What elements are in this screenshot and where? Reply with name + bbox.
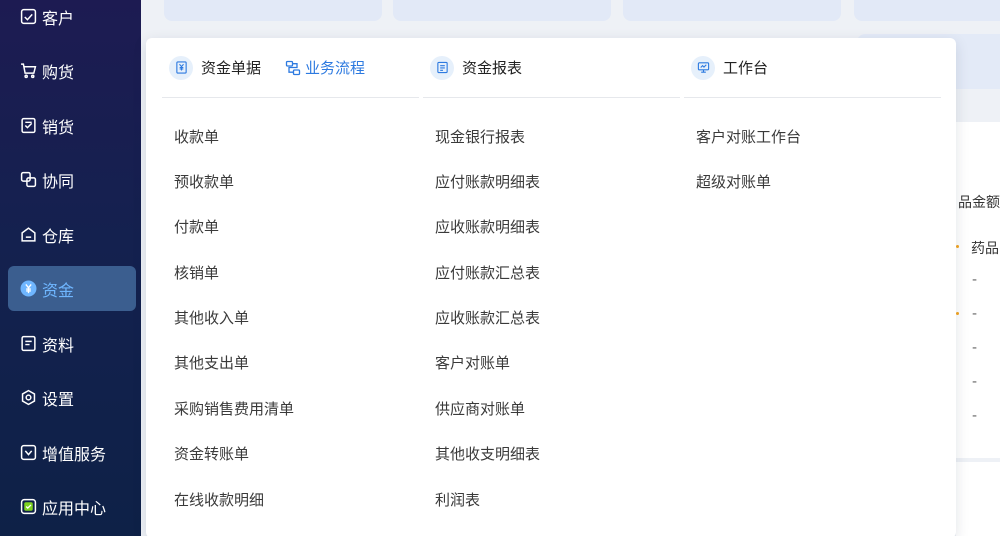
sidebar-item-collab[interactable]: 协同	[8, 157, 136, 202]
menu-item-receipt[interactable]: 收款单	[174, 126, 219, 147]
column-header: 工作台	[684, 38, 941, 98]
sidebar-item-label: 客户	[42, 8, 75, 28]
menu-item-payable-summary[interactable]: 应付账款汇总表	[435, 262, 540, 283]
receipt-icon	[169, 55, 193, 80]
sidebar-item-customer[interactable]: 客户	[8, 0, 136, 39]
app-center-icon	[20, 498, 37, 515]
summary-card[interactable]	[854, 0, 1000, 21]
summary-card[interactable]	[164, 0, 382, 21]
menu-item-receivable-summary[interactable]: 应收账款汇总表	[435, 307, 540, 328]
sidebar-item-label: 设置	[42, 389, 75, 409]
sidebar-item-data[interactable]: 资料	[8, 321, 136, 366]
status-dot	[956, 312, 959, 315]
value-cell: -	[972, 272, 978, 288]
value-cell: -	[972, 408, 978, 424]
cart-icon	[20, 62, 37, 79]
summary-card[interactable]	[623, 0, 841, 21]
sidebar-item-label: 协同	[42, 171, 75, 191]
sidebar-item-label: 购货	[42, 62, 75, 82]
funds-dropdown-menu: 资金单据 业务流程 收款单 预收款单 付款单 核销单 其他收入单 其他支出单 采…	[146, 38, 956, 536]
flow-link-label: 业务流程	[305, 59, 366, 77]
sidebar-item-settings[interactable]: 设置	[8, 375, 136, 420]
menu-item-profit-statement[interactable]: 利润表	[435, 489, 480, 510]
value-cell: -	[972, 306, 978, 322]
menu-item-reconciliation-workbench[interactable]: 客户对账工作台	[696, 126, 801, 147]
menu-item-receivable-detail[interactable]: 应收账款明细表	[435, 216, 540, 237]
sidebar-item-label: 资金	[42, 280, 75, 300]
menu-item-customer-statement[interactable]: 客户对账单	[435, 352, 510, 373]
settings-icon	[20, 389, 37, 406]
column-title: 资金报表	[462, 59, 523, 77]
sidebar: 客户 购货 销货 协同 仓库 资金 资料 设置 增值服务 应用中心	[0, 0, 141, 536]
sidebar-item-purchase[interactable]: 购货	[8, 48, 136, 93]
sidebar-item-value-services[interactable]: 增值服务	[8, 430, 136, 475]
column-title: 工作台	[723, 59, 769, 77]
status-dot	[956, 245, 959, 248]
summary-card[interactable]	[393, 0, 611, 21]
column-header: 资金报表	[423, 38, 680, 98]
workbench-icon	[691, 55, 715, 80]
sidebar-item-label: 应用中心	[42, 498, 107, 518]
customer-icon	[20, 8, 37, 25]
column-header: 资金单据 业务流程	[162, 38, 419, 98]
yen-coin-icon	[20, 280, 37, 297]
bottom-panel	[956, 462, 1000, 536]
value-service-icon	[20, 444, 37, 461]
sidebar-item-label: 仓库	[42, 226, 75, 246]
sales-doc-icon	[20, 117, 37, 134]
row-label: 药品	[971, 241, 999, 257]
sidebar-item-label: 销货	[42, 117, 75, 137]
value-cell: -	[972, 340, 978, 356]
menu-item-other-expense[interactable]: 其他支出单	[174, 352, 249, 373]
menu-item-write-off[interactable]: 核销单	[174, 262, 219, 283]
value-cell: -	[972, 374, 978, 390]
stats-panel: 品金额 药品 - - - - -	[956, 122, 1000, 458]
sidebar-item-sales[interactable]: 销货	[8, 103, 136, 148]
menu-item-payment[interactable]: 付款单	[174, 216, 219, 237]
flow-icon	[285, 60, 301, 75]
business-flow-link[interactable]: 业务流程	[285, 57, 365, 78]
menu-item-cash-bank-report[interactable]: 现金银行报表	[435, 126, 525, 147]
menu-item-expense-list[interactable]: 采购销售费用清单	[174, 398, 294, 419]
warehouse-icon	[20, 226, 37, 243]
sidebar-item-label: 增值服务	[42, 444, 107, 464]
menu-item-other-income-expense[interactable]: 其他收支明细表	[435, 443, 540, 464]
menu-item-supplier-statement[interactable]: 供应商对账单	[435, 398, 525, 419]
menu-item-transfer[interactable]: 资金转账单	[174, 443, 249, 464]
column-title: 资金单据	[201, 59, 262, 77]
sidebar-item-label: 资料	[42, 335, 75, 355]
sidebar-item-app-center[interactable]: 应用中心	[8, 484, 136, 529]
sidebar-item-funds[interactable]: 资金	[8, 266, 136, 311]
menu-item-online-receipt[interactable]: 在线收款明细	[174, 489, 264, 510]
document-icon	[20, 335, 37, 352]
collab-icon	[20, 171, 37, 188]
column-header: 品金额	[958, 195, 1000, 211]
report-icon	[430, 55, 454, 80]
menu-item-super-statement[interactable]: 超级对账单	[696, 171, 771, 192]
menu-item-advance-receipt[interactable]: 预收款单	[174, 171, 234, 192]
menu-item-other-income[interactable]: 其他收入单	[174, 307, 249, 328]
sidebar-item-warehouse[interactable]: 仓库	[8, 212, 136, 257]
menu-item-payable-detail[interactable]: 应付账款明细表	[435, 171, 540, 192]
